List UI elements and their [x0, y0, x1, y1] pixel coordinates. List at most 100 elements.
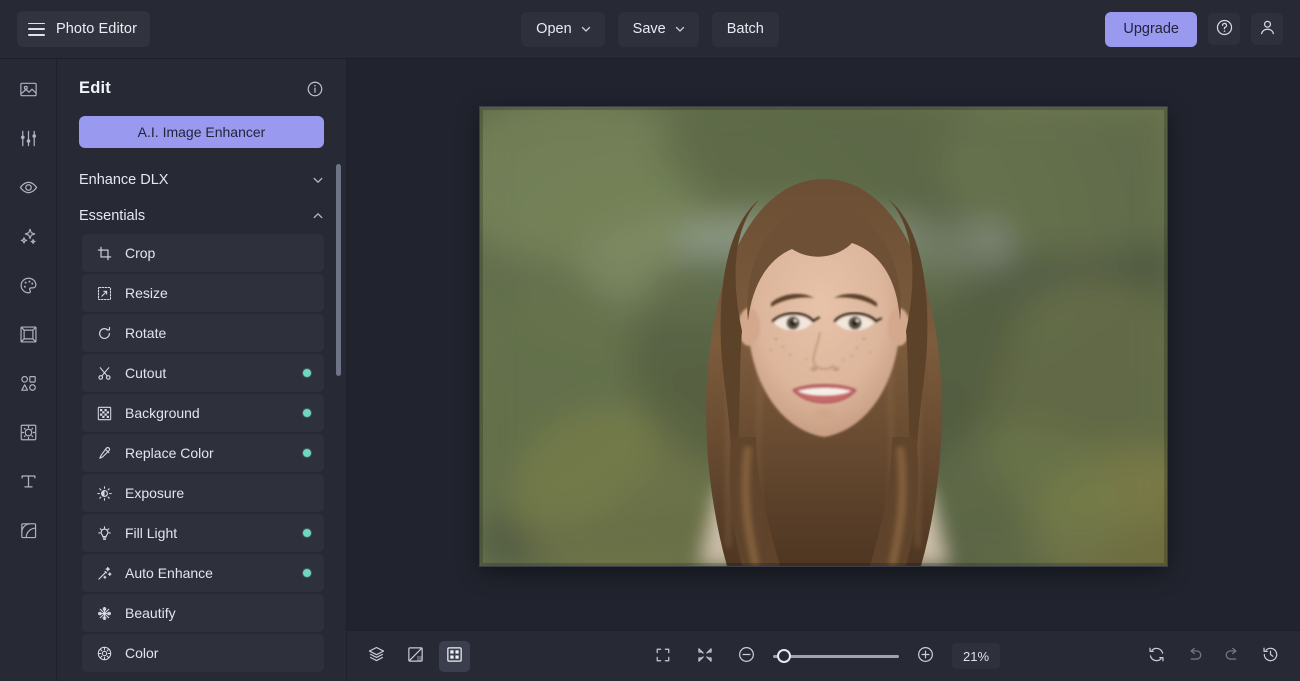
status-badge [303, 569, 311, 577]
sidebar-item-replace-color[interactable]: Replace Color [82, 434, 324, 472]
account-button[interactable] [1251, 13, 1283, 45]
rail-item-overlays[interactable] [11, 516, 45, 548]
info-circle-icon[interactable] [306, 80, 324, 98]
batch-label: Batch [727, 21, 764, 37]
question-circle-icon [1215, 18, 1234, 40]
scissors-icon [96, 365, 112, 381]
sidebar-item-auto-enhance[interactable]: Auto Enhance [82, 554, 324, 592]
bottom-left-tools [361, 641, 470, 672]
bottom-right-tools [1141, 641, 1286, 672]
layers-button[interactable] [361, 641, 392, 672]
sidebar-item-crop[interactable]: Crop [82, 234, 324, 272]
plus-circle-icon [916, 645, 935, 667]
redo-button[interactable] [1217, 641, 1248, 672]
sidebar-item-exposure[interactable]: Exposure [82, 474, 324, 512]
group-enhance-dlx[interactable]: Enhance DLX [79, 162, 324, 198]
layers-icon [367, 645, 386, 667]
sparkles-icon [18, 226, 39, 250]
grid-button[interactable] [439, 641, 470, 672]
rail-item-retouch[interactable] [11, 173, 45, 205]
eyedropper-icon [96, 445, 112, 461]
canvas-area[interactable] [347, 59, 1300, 630]
status-badge [303, 449, 311, 457]
rail-item-stickers[interactable] [11, 418, 45, 450]
lightbulb-icon [96, 525, 112, 541]
rail-item-effects[interactable] [11, 222, 45, 254]
sidebar-item-resize[interactable]: Resize [82, 274, 324, 312]
photo-editor-app: Photo Editor Open Save Batch Upgrade [0, 0, 1300, 681]
chevron-down-icon [312, 174, 324, 186]
flower-icon [96, 605, 112, 621]
sidebar-item-cutout[interactable]: Cutout [82, 354, 324, 392]
rail-item-frames[interactable] [11, 320, 45, 352]
sun-icon [96, 485, 112, 501]
rail-item-adjust[interactable] [11, 124, 45, 156]
upgrade-button[interactable]: Upgrade [1105, 12, 1197, 47]
app-menu-button[interactable]: Photo Editor [17, 11, 150, 47]
color-wheel-icon [96, 645, 112, 661]
eye-icon [18, 177, 39, 201]
zoom-level-display[interactable]: 21% [952, 643, 1000, 669]
rotate-icon [96, 325, 112, 341]
sidebar-item-label: Background [125, 405, 290, 421]
image-icon [18, 79, 39, 103]
zoom-out-button[interactable] [731, 641, 762, 672]
sidebar-item-fill-light[interactable]: Fill Light [82, 514, 324, 552]
undo-button[interactable] [1179, 641, 1210, 672]
actual-size-button[interactable] [689, 641, 720, 672]
history-button[interactable] [1255, 641, 1286, 672]
ai-image-enhancer-button[interactable]: A.I. Image Enhancer [79, 116, 324, 148]
undo-icon [1185, 645, 1204, 667]
main-body: Edit A.I. Image Enhancer Enhance DLX [0, 59, 1300, 681]
status-badge [303, 369, 311, 377]
redo-icon [1223, 645, 1242, 667]
user-icon [1258, 18, 1277, 40]
sidebar-item-label: Cutout [125, 365, 290, 381]
zoom-slider-track [773, 655, 899, 658]
sidebar-item-label: Beautify [125, 605, 311, 621]
batch-button[interactable]: Batch [712, 12, 779, 47]
fit-to-screen-button[interactable] [647, 641, 678, 672]
sidebar-item-label: Exposure [125, 485, 311, 501]
zoom-slider-thumb[interactable] [777, 649, 791, 663]
save-menu-button[interactable]: Save [618, 12, 699, 47]
group-essentials[interactable]: Essentials [79, 198, 324, 234]
rail-item-color[interactable] [11, 271, 45, 303]
shapes-icon [18, 373, 39, 397]
magic-wand-icon [96, 565, 112, 581]
sidebar-item-beautify[interactable]: Beautify [82, 594, 324, 632]
rail-item-shapes[interactable] [11, 369, 45, 401]
photo-canvas[interactable] [480, 107, 1167, 566]
sidebar-item-label: Replace Color [125, 445, 290, 461]
palette-icon [18, 275, 39, 299]
zoom-in-button[interactable] [910, 641, 941, 672]
transparency-button[interactable] [400, 641, 431, 672]
edit-panel-scroll-area: Enhance DLX Essentials [57, 162, 346, 681]
chevron-down-icon [581, 24, 590, 33]
open-menu-button[interactable]: Open [521, 12, 604, 47]
portrait-photo [480, 107, 1167, 566]
sidebar-item-background[interactable]: Background [82, 394, 324, 432]
sidebar-item-label: Rotate [125, 325, 311, 341]
essentials-item-list: Crop Resize [79, 234, 324, 672]
zoom-slider[interactable] [773, 649, 899, 663]
rail-item-text[interactable] [11, 467, 45, 499]
frame-icon [18, 324, 39, 348]
transparency-icon [406, 645, 425, 667]
status-badge [303, 529, 311, 537]
help-button[interactable] [1208, 13, 1240, 45]
top-right-actions: Upgrade [1105, 12, 1283, 47]
history-icon [1261, 645, 1280, 667]
shrink-icon [696, 646, 714, 667]
sidebar-item-rotate[interactable]: Rotate [82, 314, 324, 352]
reset-button[interactable] [1141, 641, 1172, 672]
rail-item-image[interactable] [11, 75, 45, 107]
reset-icon [1147, 645, 1166, 667]
sidebar-item-label: Auto Enhance [125, 565, 290, 581]
group-enhance-dlx-label: Enhance DLX [79, 172, 168, 188]
hamburger-icon [28, 23, 45, 36]
status-badge [303, 409, 311, 417]
sidebar-item-color[interactable]: Color [82, 634, 324, 672]
sidebar-scrollbar[interactable] [336, 164, 341, 376]
sidebar-item-label: Crop [125, 245, 311, 261]
